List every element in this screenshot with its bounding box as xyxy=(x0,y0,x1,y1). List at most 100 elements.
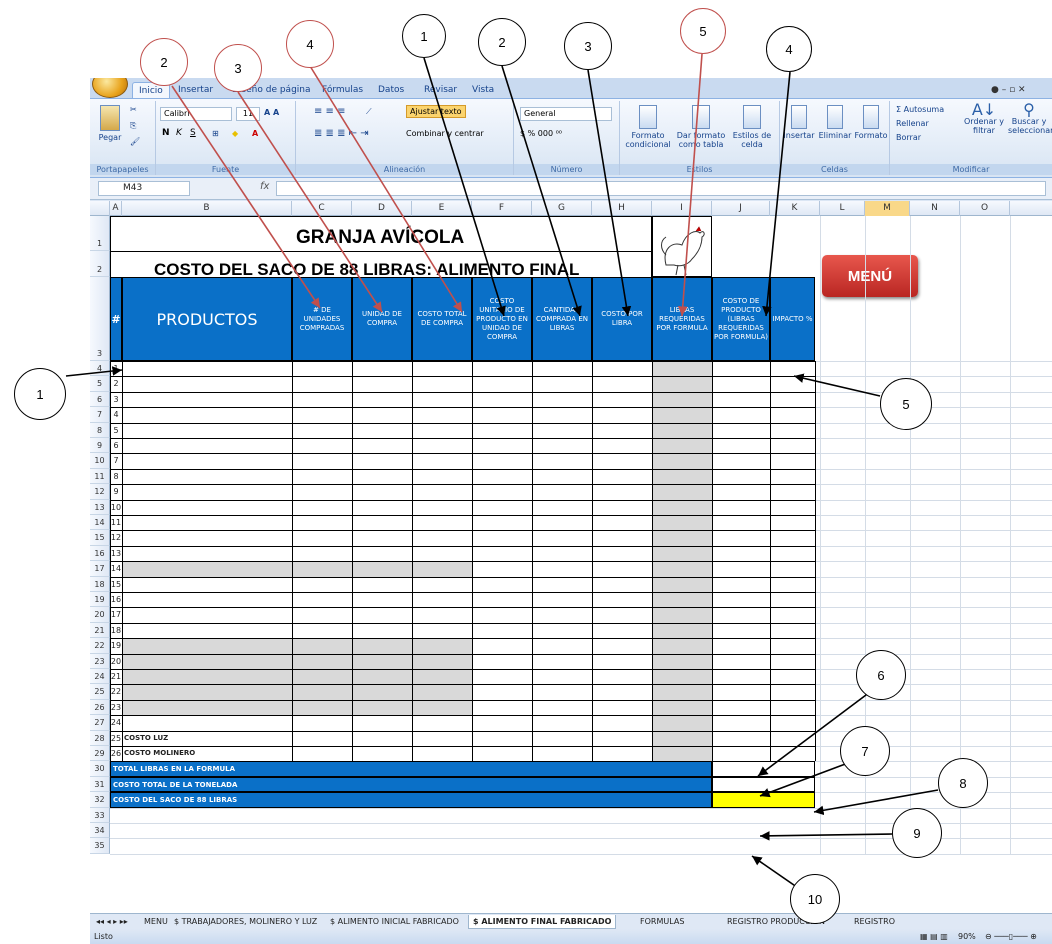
column-header-b[interactable]: B xyxy=(122,201,292,216)
sheet-tab[interactable]: $ ALIMENTO INICIAL FABRICADO xyxy=(326,915,463,929)
window-controls-icon[interactable]: ● – ▫ ✕ xyxy=(985,82,1032,98)
fill-button[interactable]: Rellenar xyxy=(896,119,929,128)
find-select-button[interactable]: ⚲ Buscar y seleccionar xyxy=(1008,102,1052,136)
row-header-27[interactable]: 27 xyxy=(90,715,110,731)
office-button[interactable] xyxy=(92,78,128,98)
column-header-m[interactable]: M xyxy=(865,201,910,216)
copy-icon[interactable]: ⎘ xyxy=(130,121,136,130)
zoom-level[interactable]: 90% xyxy=(958,929,976,944)
align-top-icon[interactable]: ≡ ≡ ≡ xyxy=(314,107,346,117)
sheet-tab[interactable]: MENU xyxy=(140,915,172,929)
sheet-tab[interactable]: $ TRABAJADORES, MOLINERO Y LUZ xyxy=(170,915,321,929)
insert-cells-button[interactable]: Insertar xyxy=(782,105,816,140)
menu-button[interactable]: MENÚ xyxy=(822,255,918,297)
column-header-c[interactable]: C xyxy=(292,201,352,216)
row-header-18[interactable]: 18 xyxy=(90,576,110,592)
format-painter-icon[interactable]: 🖌 xyxy=(130,137,140,146)
merge-center-button[interactable]: Combinar y centrar xyxy=(406,129,484,138)
sheet-nav-icon[interactable]: ◂◂ ◂ ▸ ▸▸ xyxy=(92,915,132,929)
row-header-14[interactable]: 14 xyxy=(90,515,110,531)
row-header-13[interactable]: 13 xyxy=(90,499,110,515)
cut-icon[interactable]: ✂ xyxy=(130,105,137,114)
column-header-o[interactable]: O xyxy=(960,201,1010,216)
row-header-34[interactable]: 34 xyxy=(90,823,110,839)
row-header-31[interactable]: 31 xyxy=(90,776,110,793)
autosum-button[interactable]: Σ Autosuma xyxy=(896,105,944,114)
row-header-28[interactable]: 28 xyxy=(90,730,110,746)
row-header-15[interactable]: 15 xyxy=(90,530,110,546)
column-header-a[interactable]: A xyxy=(110,201,122,216)
total-value[interactable] xyxy=(712,776,815,793)
row-header-19[interactable]: 19 xyxy=(90,592,110,608)
row-header-7[interactable]: 7 xyxy=(90,407,110,423)
sort-filter-button[interactable]: A↓ Ordenar y filtrar xyxy=(964,102,1004,136)
row-header-12[interactable]: 12 xyxy=(90,484,110,500)
row-header-3[interactable]: 3 xyxy=(90,277,110,361)
column-header-g[interactable]: G xyxy=(532,201,592,216)
wrap-text-button[interactable]: Ajustar texto xyxy=(406,105,466,118)
row-header-22[interactable]: 22 xyxy=(90,638,110,654)
number-format-select[interactable]: General xyxy=(520,107,612,121)
tab-vista[interactable]: Vista xyxy=(466,82,500,98)
select-all-corner[interactable] xyxy=(90,201,110,216)
sheet-tab[interactable]: FORMULAS xyxy=(636,915,688,929)
row-header-25[interactable]: 25 xyxy=(90,684,110,700)
column-header-i[interactable]: I xyxy=(652,201,712,216)
row-header-35[interactable]: 35 xyxy=(90,838,110,854)
bold-icon[interactable]: N xyxy=(162,129,170,138)
delete-cells-button[interactable]: Eliminar xyxy=(818,105,852,140)
font-name-select[interactable]: Calibri xyxy=(160,107,232,121)
sheet-tab[interactable]: $ ALIMENTO FINAL FABRICADO xyxy=(468,915,617,929)
row-header-23[interactable]: 23 xyxy=(90,653,110,669)
column-header-j[interactable]: J xyxy=(712,201,770,216)
column-header-h[interactable]: H xyxy=(592,201,652,216)
row-header-8[interactable]: 8 xyxy=(90,422,110,438)
row-header-4[interactable]: 4 xyxy=(90,361,110,377)
row-header-29[interactable]: 29 xyxy=(90,746,110,762)
column-header-k[interactable]: K xyxy=(770,201,820,216)
tab-revisar[interactable]: Revisar xyxy=(418,82,463,98)
row-header-17[interactable]: 17 xyxy=(90,561,110,577)
fx-icon[interactable]: fx xyxy=(260,181,269,192)
format-cells-button[interactable]: Formato xyxy=(854,105,888,140)
underline-icon[interactable]: S xyxy=(190,129,196,138)
sheet-tab[interactable]: REGISTRO xyxy=(850,915,899,929)
row-header-24[interactable]: 24 xyxy=(90,669,110,685)
align-left-icon[interactable]: ≣ ≣ ≣ ⇤ ⇥ xyxy=(314,129,369,139)
row-header-26[interactable]: 26 xyxy=(90,699,110,716)
currency-icon[interactable]: $ % 000 ⁰⁰ xyxy=(520,129,562,138)
row-header-32[interactable]: 32 xyxy=(90,792,110,808)
column-header-e[interactable]: E xyxy=(412,201,472,216)
row-header-11[interactable]: 11 xyxy=(90,468,110,485)
total-value[interactable] xyxy=(712,761,815,777)
row-header-10[interactable]: 10 xyxy=(90,453,110,469)
borders-icon[interactable]: ⊞ xyxy=(212,129,219,138)
conditional-format-button[interactable]: Formato condicional xyxy=(622,105,674,149)
column-header-f[interactable]: F xyxy=(472,201,532,216)
italic-icon[interactable]: K xyxy=(176,129,182,138)
row-header-9[interactable]: 9 xyxy=(90,438,110,454)
row-header-1[interactable]: 1 xyxy=(90,216,110,251)
font-color-icon[interactable]: A xyxy=(252,129,258,138)
row-header-2[interactable]: 2 xyxy=(90,251,110,277)
row-header-6[interactable]: 6 xyxy=(90,391,110,408)
zoom-slider[interactable]: ⊖ ───▯─── ⊕ xyxy=(985,929,1037,944)
paste-button[interactable]: Pegar xyxy=(96,105,124,142)
tab-datos[interactable]: Datos xyxy=(372,82,410,98)
row-header-20[interactable]: 20 xyxy=(90,607,110,623)
fill-color-icon[interactable]: ◆ xyxy=(232,129,238,138)
clear-button[interactable]: Borrar xyxy=(896,133,921,142)
column-header-n[interactable]: N xyxy=(910,201,960,216)
tab-formulas[interactable]: Fórmulas xyxy=(316,82,369,98)
row-header-16[interactable]: 16 xyxy=(90,545,110,562)
font-size-select[interactable]: 11 xyxy=(236,107,260,121)
format-table-button[interactable]: Dar formato como tabla xyxy=(676,105,726,149)
column-header-d[interactable]: D xyxy=(352,201,412,216)
orientation-icon[interactable]: ⟋ xyxy=(366,107,372,116)
cell-styles-button[interactable]: Estilos de celda xyxy=(728,105,776,149)
column-header-l[interactable]: L xyxy=(820,201,865,216)
name-box[interactable]: M43 xyxy=(98,181,190,196)
row-header-21[interactable]: 21 xyxy=(90,622,110,639)
row-header-30[interactable]: 30 xyxy=(90,761,110,777)
font-grow-icon[interactable]: A A xyxy=(264,108,279,117)
